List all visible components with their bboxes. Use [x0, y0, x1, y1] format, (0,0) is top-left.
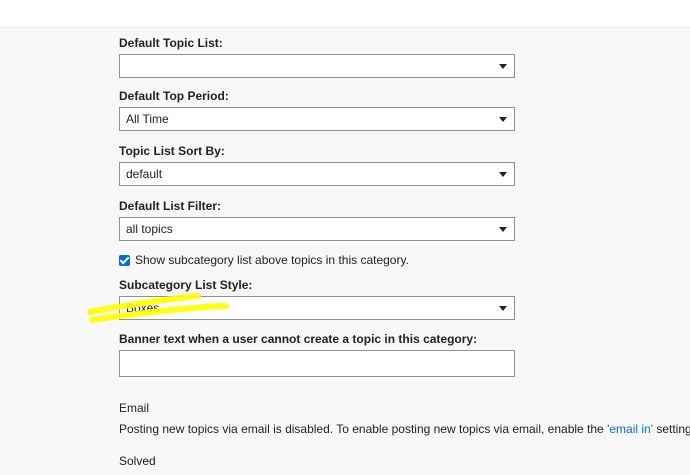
chevron-down-icon [499, 64, 507, 69]
subcategory-list-style-value: Boxes [126, 301, 160, 315]
show-subcategory-row[interactable]: Show subcategory list above topics in th… [119, 252, 409, 268]
chevron-down-icon [499, 306, 507, 311]
top-strip [0, 0, 690, 28]
chevron-down-icon [499, 227, 507, 232]
chevron-down-icon [499, 172, 507, 177]
email-in-setting-link[interactable]: 'email in' [607, 422, 653, 436]
default-top-period-select[interactable]: All Time [119, 107, 515, 131]
show-subcategory-label: Show subcategory list above topics in th… [135, 253, 409, 267]
email-disabled-notice: Posting new topics via email is disabled… [119, 422, 690, 436]
solved-section-title: Solved [119, 454, 156, 468]
banner-text-input[interactable] [119, 350, 515, 377]
default-topic-list-select[interactable] [119, 54, 515, 78]
topic-list-sort-by-value: default [126, 167, 163, 181]
banner-text-label: Banner text when a user cannot create a … [119, 332, 478, 346]
default-top-period-value: All Time [126, 112, 169, 126]
show-subcategory-checkbox[interactable] [119, 254, 130, 266]
default-list-filter-value: all topics [126, 222, 173, 236]
email-section-title: Email [119, 401, 150, 415]
default-list-filter-label: Default List Filter: [119, 199, 222, 213]
subcategory-list-style-select[interactable]: Boxes [119, 296, 515, 320]
default-list-filter-select[interactable]: all topics [119, 217, 515, 241]
email-text-after: setting. [656, 422, 690, 436]
email-text-before: Posting new topics via email is disabled… [119, 422, 608, 436]
subcategory-list-style-label: Subcategory List Style: [119, 278, 253, 292]
chevron-down-icon [499, 117, 507, 122]
default-topic-list-label: Default Topic List: [119, 36, 223, 50]
topic-list-sort-by-select[interactable]: default [119, 162, 515, 186]
topic-list-sort-by-label: Topic List Sort By: [119, 144, 225, 158]
default-top-period-label: Default Top Period: [119, 89, 229, 103]
